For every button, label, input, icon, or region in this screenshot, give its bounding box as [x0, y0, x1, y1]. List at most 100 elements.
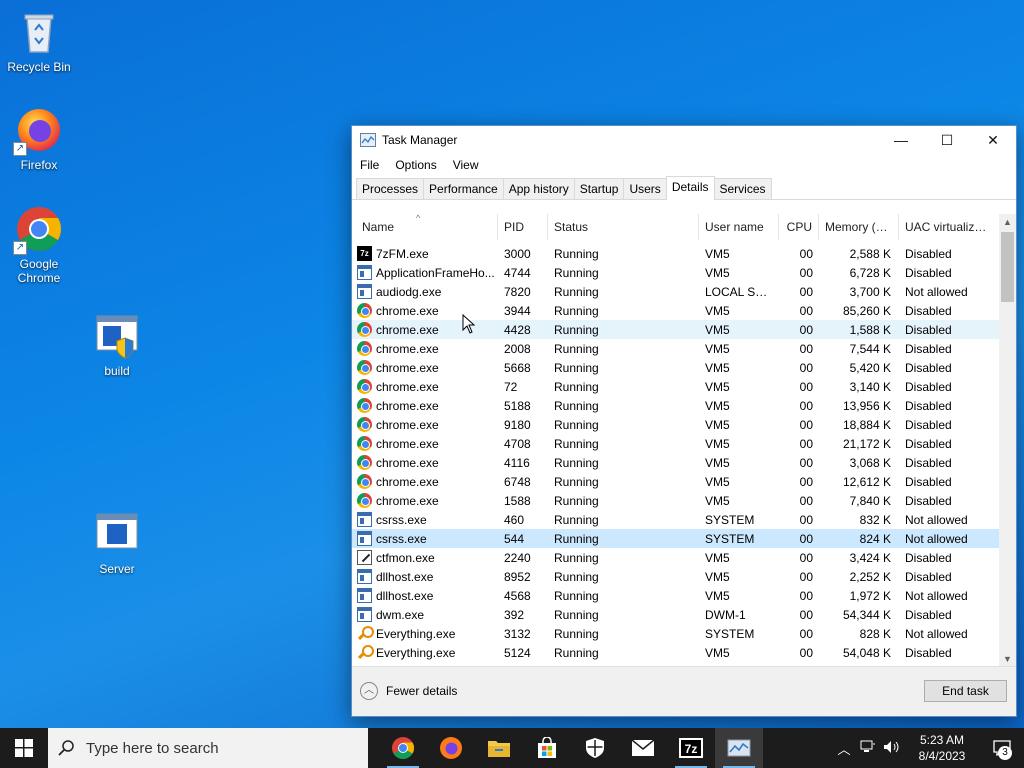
- taskbar-search-box[interactable]: Type here to search: [48, 728, 368, 768]
- table-row[interactable]: audiodg.exe 7820 Running LOCAL SE... 00 3,700…: [352, 282, 1000, 301]
- chevron-up-icon[interactable]: ︿: [832, 739, 856, 758]
- firefox-icon: ↗: [13, 106, 63, 156]
- taskbar-store[interactable]: [523, 728, 571, 768]
- title-bar[interactable]: Task Manager — ☐ ✕: [352, 126, 1016, 154]
- taskbar-firefox[interactable]: [427, 728, 475, 768]
- desktop-icon-server[interactable]: Server: [78, 510, 156, 576]
- table-row[interactable]: dllhost.exe 8952 Running VM5 00 2,252 K Disabl…: [352, 567, 1000, 586]
- maximize-button[interactable]: ☐: [924, 126, 970, 154]
- minimize-button[interactable]: —: [878, 126, 924, 154]
- table-row[interactable]: ctfmon.exe 2240 Running VM5 00 3,424 K Disable…: [352, 548, 1000, 567]
- desktop-icon-firefox[interactable]: ↗ Firefox: [0, 106, 78, 172]
- uac-virtualization-cell: Disabled: [905, 569, 952, 584]
- process-name-cell: chrome.exe: [352, 436, 498, 451]
- table-row[interactable]: chrome.exe 4428 Running VM5 00 1,588 K Disable…: [352, 320, 1000, 339]
- pid-cell: 4116: [504, 455, 530, 470]
- task-manager-icon: [360, 133, 376, 147]
- taskbar-security[interactable]: [571, 728, 619, 768]
- table-row[interactable]: dwm.exe 392 Running DWM-1 00 54,344 K Disabled: [352, 605, 1000, 624]
- column-header-name[interactable]: ^ Name: [352, 214, 498, 240]
- table-row[interactable]: chrome.exe 72 Running VM5 00 3,140 K Disabled: [352, 377, 1000, 396]
- table-row[interactable]: Everything.exe 5124 Running VM5 00 54,048 K Di…: [352, 643, 1000, 662]
- table-row[interactable]: ApplicationFrameHo... 4744 Running VM5 00 6,7…: [352, 263, 1000, 282]
- cpu-cell: 00: [799, 341, 813, 356]
- column-header-status[interactable]: Status: [548, 214, 699, 240]
- chrome-icon: [357, 360, 372, 375]
- table-row[interactable]: Everything.exe 3132 Running SYSTEM 00 828 K No…: [352, 624, 1000, 643]
- taskbar-file-explorer[interactable]: [475, 728, 523, 768]
- fewer-details-button[interactable]: ︿ Fewer details: [360, 682, 457, 700]
- system-clock[interactable]: 5:23 AM 8/4/2023: [904, 732, 980, 764]
- process-name-cell: 7z 7zFM.exe: [352, 246, 498, 261]
- taskbar-mail[interactable]: [619, 728, 667, 768]
- 7zip-icon: 7z: [357, 246, 372, 261]
- menu-view[interactable]: View: [451, 158, 489, 172]
- chrome-icon: [357, 474, 372, 489]
- user-name-cell: LOCAL SE...: [705, 284, 774, 299]
- vertical-scrollbar[interactable]: ▲ ▼: [999, 214, 1016, 668]
- scroll-up-arrow-icon[interactable]: ▲: [999, 214, 1016, 231]
- window-title: Task Manager: [382, 133, 458, 147]
- table-row[interactable]: chrome.exe 4708 Running VM5 00 21,172 K Disabl…: [352, 434, 1000, 453]
- process-name: chrome.exe: [376, 417, 439, 432]
- column-header-memory[interactable]: Memory (a...: [819, 214, 899, 240]
- column-header-cpu[interactable]: CPU: [779, 214, 819, 240]
- table-row[interactable]: chrome.exe 2008 Running VM5 00 7,544 K Disable…: [352, 339, 1000, 358]
- desktop-icon-recycle-bin[interactable]: Recycle Bin: [0, 8, 78, 74]
- taskbar-chrome[interactable]: [379, 728, 427, 768]
- status-cell: Running: [554, 550, 599, 565]
- tab-processes[interactable]: Processes: [356, 178, 425, 199]
- tab-startup[interactable]: Startup: [573, 178, 625, 199]
- column-header-pid[interactable]: PID: [498, 214, 548, 240]
- chrome-icon: [357, 322, 372, 337]
- chevron-up-icon: ︿: [360, 682, 378, 700]
- memory-cell: 21,172 K: [842, 436, 891, 451]
- tab-details[interactable]: Details: [665, 176, 715, 200]
- start-button[interactable]: [0, 728, 48, 768]
- pid-cell: 1588: [504, 493, 531, 508]
- chrome-icon: [357, 303, 372, 318]
- taskbar-task-manager[interactable]: [715, 728, 763, 768]
- cpu-cell: 00: [799, 588, 813, 603]
- table-row[interactable]: 7z 7zFM.exe 3000 Running VM5 00 2,588 K Disable…: [352, 244, 1000, 263]
- close-button[interactable]: ✕: [970, 126, 1016, 154]
- column-header-uac-virtualization[interactable]: UAC virtualizat...: [899, 214, 1000, 240]
- table-row[interactable]: chrome.exe 5668 Running VM5 00 5,420 K Disable…: [352, 358, 1000, 377]
- volume-icon[interactable]: [880, 740, 904, 757]
- desktop-icon-build[interactable]: build: [78, 312, 156, 378]
- table-row[interactable]: chrome.exe 3944 Running VM5 00 85,260 K Disabl…: [352, 301, 1000, 320]
- user-name-cell: VM5: [705, 379, 730, 394]
- chrome-icon: [357, 417, 372, 432]
- column-header-user-name[interactable]: User name: [699, 214, 779, 240]
- process-name-cell: chrome.exe: [352, 398, 498, 413]
- cpu-cell: 00: [799, 512, 813, 527]
- task-manager-window[interactable]: Task Manager — ☐ ✕ File Options View Pro…: [351, 125, 1017, 717]
- tab-services[interactable]: Services: [713, 178, 772, 199]
- system-tray: ︿ 5:23 AM 8/4/2023 3: [832, 728, 1024, 768]
- taskbar-7zip[interactable]: 7z: [667, 728, 715, 768]
- table-row[interactable]: chrome.exe 4116 Running VM5 00 3,068 K Disable…: [352, 453, 1000, 472]
- table-row[interactable]: chrome.exe 5188 Running VM5 00 13,956 K Disabl…: [352, 396, 1000, 415]
- table-row[interactable]: csrss.exe 460 Running SYSTEM 00 832 K Not allo…: [352, 510, 1000, 529]
- network-icon[interactable]: [856, 740, 880, 757]
- status-cell: Running: [554, 474, 599, 489]
- tab-performance[interactable]: Performance: [423, 178, 504, 199]
- status-cell: Running: [554, 398, 599, 413]
- desktop-icon-chrome[interactable]: ↗ Google Chrome: [0, 205, 78, 285]
- action-center-button[interactable]: 3: [980, 728, 1024, 768]
- menu-file[interactable]: File: [358, 158, 389, 172]
- table-row[interactable]: chrome.exe 6748 Running VM5 00 12,612 K Disabl…: [352, 472, 1000, 491]
- process-name: chrome.exe: [376, 360, 439, 375]
- table-row[interactable]: csrss.exe 544 Running SYSTEM 00 824 K Not allo…: [352, 529, 1000, 548]
- end-task-button[interactable]: End task: [924, 680, 1007, 702]
- pid-cell: 544: [504, 531, 525, 546]
- recycle-bin-icon: [15, 8, 63, 56]
- menu-options[interactable]: Options: [393, 158, 446, 172]
- table-row[interactable]: chrome.exe 1588 Running VM5 00 7,840 K Disable…: [352, 491, 1000, 510]
- tab-app-history[interactable]: App history: [502, 178, 575, 199]
- table-row[interactable]: dllhost.exe 4568 Running VM5 00 1,972 K Not al…: [352, 586, 1000, 605]
- scrollbar-thumb[interactable]: [1001, 232, 1014, 302]
- table-row[interactable]: chrome.exe 9180 Running VM5 00 18,884 K Disabl…: [352, 415, 1000, 434]
- uac-virtualization-cell: Disabled: [905, 550, 952, 565]
- tab-users[interactable]: Users: [623, 178, 667, 199]
